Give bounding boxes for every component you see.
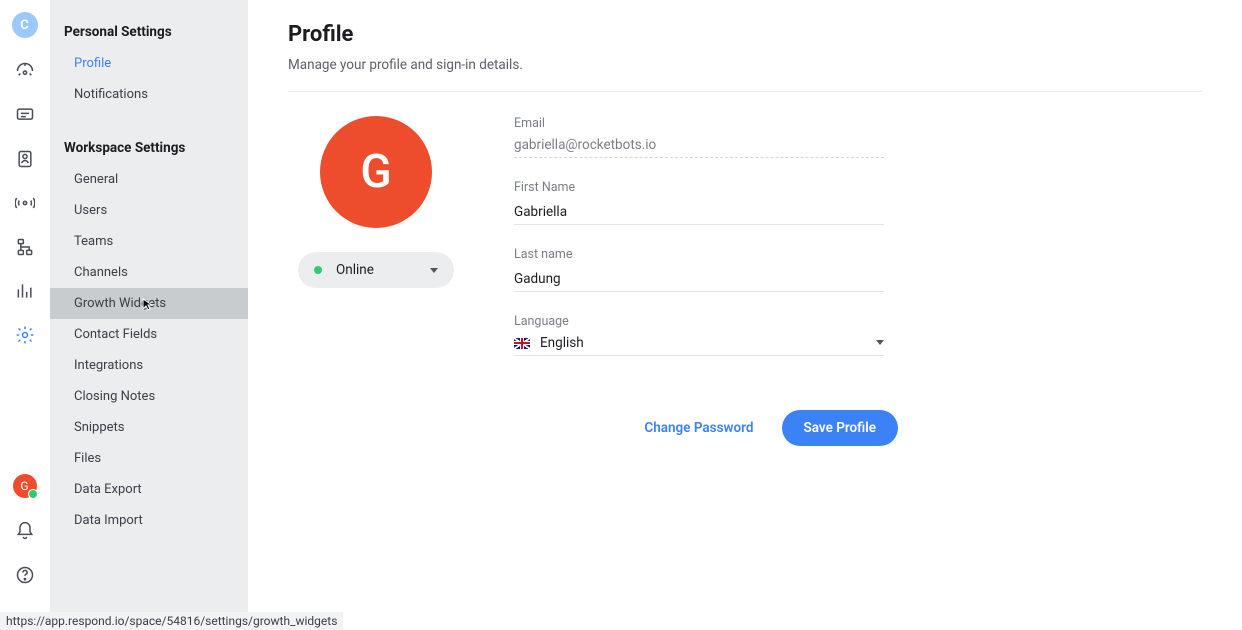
contacts-icon[interactable]: [14, 148, 36, 170]
sidebar-heading-workspace: Workspace Settings: [50, 134, 248, 164]
help-icon[interactable]: [14, 564, 36, 586]
workflows-icon[interactable]: [14, 236, 36, 258]
email-value: gabriella@rocketbots.io: [514, 137, 884, 158]
sidebar-item-data-export[interactable]: Data Export: [50, 474, 248, 505]
page-subtitle: Manage your profile and sign-in details.: [288, 57, 1202, 73]
change-password-button[interactable]: Change Password: [644, 420, 753, 436]
reports-icon[interactable]: [14, 280, 36, 302]
flag-icon: [514, 338, 530, 349]
main-panel: Profile Manage your profile and sign-in …: [248, 0, 1242, 630]
sidebar-item-channels[interactable]: Channels: [50, 257, 248, 288]
sidebar-item-files[interactable]: Files: [50, 443, 248, 474]
status-selector[interactable]: Online: [298, 252, 454, 288]
sidebar-item-growth-widgets[interactable]: Growth Widgets: [50, 288, 248, 319]
sidebar-item-contact-fields[interactable]: Contact Fields: [50, 319, 248, 350]
sidebar-heading-personal: Personal Settings: [50, 18, 248, 48]
save-profile-button[interactable]: Save Profile: [782, 410, 899, 446]
sidebar-item-teams[interactable]: Teams: [50, 226, 248, 257]
workspace-badge[interactable]: C: [12, 12, 38, 38]
language-value: English: [540, 335, 584, 351]
last-name-field[interactable]: [514, 271, 884, 292]
sidebar-item-profile[interactable]: Profile: [50, 48, 248, 79]
sidebar-item-snippets[interactable]: Snippets: [50, 412, 248, 443]
sidebar-item-notifications[interactable]: Notifications: [50, 79, 248, 110]
sidebar-item-closing-notes[interactable]: Closing Notes: [50, 381, 248, 412]
status-text: Online: [336, 262, 430, 278]
last-name-label: Last name: [514, 247, 914, 262]
email-label: Email: [514, 116, 914, 131]
first-name-field[interactable]: [514, 204, 884, 225]
dashboard-icon[interactable]: [14, 60, 36, 82]
chevron-down-icon: [876, 340, 884, 345]
chevron-down-icon: [430, 268, 438, 273]
user-avatar-small[interactable]: G: [13, 474, 37, 498]
notifications-icon[interactable]: [14, 520, 36, 542]
language-selector[interactable]: English: [514, 335, 884, 356]
sidebar-item-data-import[interactable]: Data Import: [50, 505, 248, 536]
avatar[interactable]: G: [320, 116, 432, 228]
language-label: Language: [514, 314, 914, 329]
sidebar-item-integrations[interactable]: Integrations: [50, 350, 248, 381]
messages-icon[interactable]: [14, 104, 36, 126]
page-title: Profile: [288, 22, 1202, 47]
settings-icon[interactable]: [14, 324, 36, 346]
first-name-label: First Name: [514, 180, 914, 195]
browser-status-url: https://app.respond.io/space/54816/setti…: [0, 612, 343, 630]
divider: [288, 91, 1202, 92]
broadcast-icon[interactable]: [14, 192, 36, 214]
settings-sidebar: Personal Settings Profile Notifications …: [50, 0, 248, 630]
sidebar-item-general[interactable]: General: [50, 164, 248, 195]
status-dot-icon: [314, 266, 322, 274]
sidebar-item-users[interactable]: Users: [50, 195, 248, 226]
icon-rail: C G: [0, 0, 50, 630]
